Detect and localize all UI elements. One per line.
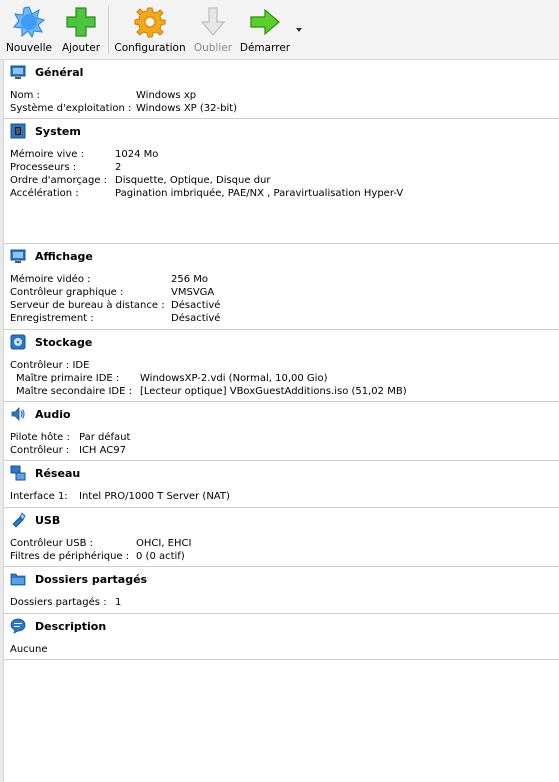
section-network-title: Réseau <box>35 467 81 480</box>
add-button[interactable]: Ajouter <box>58 0 104 59</box>
network-interface-key: Interface 1: <box>10 491 68 502</box>
section-description-title: Description <box>35 620 107 633</box>
new-button[interactable]: Nouvelle <box>4 0 54 59</box>
display-rdp-key: Serveur de bureau à distance : <box>10 300 165 311</box>
section-audio: Audio Pilote hôte : Par défaut Contrôleu… <box>4 402 559 461</box>
add-label: Ajouter <box>61 42 101 54</box>
start-arrow-icon <box>250 8 280 36</box>
system-cpu-key: Processeurs : <box>10 162 77 173</box>
section-system: System Mémoire vive : 1024 Mo Processeur… <box>4 119 559 244</box>
system-accel-value: Pagination imbriquée, PAE/NX , Paravirtu… <box>115 188 404 199</box>
section-system-header[interactable]: System <box>4 119 559 141</box>
section-system-title: System <box>35 125 81 138</box>
display-recording-value: Désactivé <box>171 313 221 324</box>
system-cpu-value: 2 <box>115 162 122 173</box>
audio-driver-key: Pilote hôte : <box>10 432 70 443</box>
new-vm-icon <box>13 6 45 38</box>
speech-bubble-icon <box>10 618 26 634</box>
general-name-key: Nom : <box>10 90 40 101</box>
display-controller-value: VMSVGA <box>171 287 215 298</box>
discard-arrow-down-icon <box>200 7 226 36</box>
start-button[interactable]: Démarrer <box>238 0 292 59</box>
chip-icon <box>10 123 26 139</box>
section-shared-folders-title: Dossiers partagés <box>35 573 148 586</box>
section-usb: USB Contrôleur USB : OHCI, EHCI Filtres … <box>4 508 559 567</box>
section-general: Général Nom : Windows xp Système d'explo… <box>4 60 559 119</box>
general-os-value: Windows XP (32-bit) <box>136 103 238 114</box>
display-rdp-value: Désactivé <box>171 300 221 311</box>
usb-controller-value: OHCI, EHCI <box>136 538 192 549</box>
gear-icon <box>134 7 166 38</box>
system-accel-key: Accélération : <box>10 188 79 199</box>
system-boot-value: Disquette, Optique, Disque dur <box>115 175 271 186</box>
storage-secondary-key: Maître secondaire IDE : <box>16 386 132 397</box>
network-icon <box>10 465 26 481</box>
speaker-icon <box>11 407 25 421</box>
toolbar-separator <box>108 6 109 54</box>
section-audio-title: Audio <box>35 408 71 421</box>
section-display: Affichage Mémoire vidéo : 256 Mo Contrôl… <box>4 244 559 330</box>
section-usb-title: USB <box>35 514 61 527</box>
audio-driver-value: Par défaut <box>79 432 131 443</box>
general-os-key: Système d'exploitation : <box>10 103 132 114</box>
configuration-label: Configuration <box>114 42 186 54</box>
section-general-title: Général <box>35 66 84 79</box>
system-boot-key: Ordre d'amorçage : <box>10 175 108 186</box>
storage-primary-value: WindowsXP-2.vdi (Normal, 10,00 Gio) <box>140 373 328 384</box>
usb-filters-key: Filtres de périphérique : <box>10 551 130 562</box>
section-network-header[interactable]: Réseau <box>4 461 559 483</box>
general-name-value: Windows xp <box>136 90 197 101</box>
audio-controller-value: ICH AC97 <box>79 445 127 456</box>
audio-controller-key: Contrôleur : <box>10 445 70 456</box>
usb-filters-value: 0 (0 actif) <box>136 551 185 562</box>
section-shared-folders: Dossiers partagés Dossiers partagés : 1 <box>4 567 559 614</box>
display-vram-value: 256 Mo <box>171 274 209 285</box>
discard-label: Oublier <box>193 42 233 54</box>
section-display-title: Affichage <box>35 250 93 263</box>
section-storage-title: Stockage <box>35 336 93 349</box>
monitor-icon <box>10 65 26 79</box>
display-recording-key: Enregistrement : <box>10 313 94 324</box>
section-network: Réseau Interface 1: Intel PRO/1000 T Ser… <box>4 461 559 508</box>
display-icon <box>10 249 26 263</box>
section-shared-folders-header[interactable]: Dossiers partagés <box>4 567 559 589</box>
section-general-header[interactable]: Général <box>4 60 559 82</box>
shared-count-key: Dossiers partagés : <box>10 597 107 608</box>
configuration-button[interactable]: Configuration <box>113 0 187 59</box>
details-pane: Général Nom : Windows xp Système d'explo… <box>4 60 559 660</box>
new-label: Nouvelle <box>6 42 52 54</box>
storage-disk-icon <box>10 334 26 350</box>
folder-icon <box>10 573 26 586</box>
shared-count-value: 1 <box>115 597 122 608</box>
network-interface-value: Intel PRO/1000 T Server (NAT) <box>79 491 230 502</box>
main-toolbar: Nouvelle Ajouter Configuration Oublier D… <box>0 0 559 60</box>
usb-icon <box>12 512 26 528</box>
display-controller-key: Contrôleur graphique : <box>10 287 124 298</box>
start-label: Démarrer <box>239 42 291 54</box>
section-storage: Stockage Contrôleur : IDE Maître primair… <box>4 330 559 402</box>
system-ram-key: Mémoire vive : <box>10 149 84 160</box>
usb-controller-key: Contrôleur USB : <box>10 538 94 549</box>
section-display-header[interactable]: Affichage <box>4 244 559 266</box>
description-value: Aucune <box>10 644 48 655</box>
storage-controller-label: Contrôleur : IDE <box>10 360 90 371</box>
storage-secondary-value: [Lecteur optique] VBoxGuestAdditions.iso… <box>140 386 407 397</box>
section-description-header[interactable]: Description <box>4 614 559 636</box>
section-description: Description Aucune <box>4 614 559 660</box>
system-ram-value: 1024 Mo <box>115 149 159 160</box>
add-icon <box>66 7 96 37</box>
section-usb-header[interactable]: USB <box>4 508 559 530</box>
storage-primary-key: Maître primaire IDE : <box>16 373 120 384</box>
section-storage-header[interactable]: Stockage <box>4 330 559 352</box>
display-vram-key: Mémoire vidéo : <box>10 274 91 285</box>
section-audio-header[interactable]: Audio <box>4 402 559 424</box>
start-dropdown-icon[interactable] <box>296 28 302 32</box>
discard-button[interactable]: Oublier <box>192 0 234 59</box>
